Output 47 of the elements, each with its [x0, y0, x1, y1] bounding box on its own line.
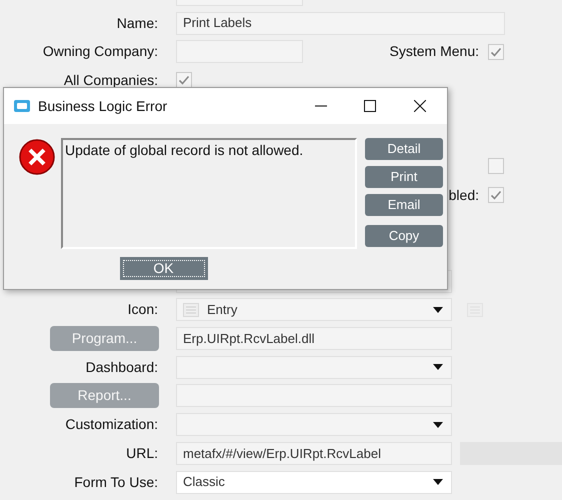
dialog-button[interactable]: Copy [365, 225, 443, 247]
field-label: All Companies: [64, 70, 158, 90]
field-value: Erp.UIRpt.RcvLabel.dll [183, 330, 316, 348]
minimize-icon[interactable] [315, 105, 327, 107]
input-field[interactable]: Print Labels [176, 12, 505, 35]
ok-button[interactable]: OK [120, 257, 208, 280]
field-label: Name: [116, 14, 158, 33]
caret-icon [433, 422, 443, 428]
field-label: System Menu: [390, 42, 479, 62]
caret-icon [433, 306, 443, 313]
program-button[interactable]: Report... [50, 383, 159, 408]
dropdown-field[interactable]: Entry [176, 298, 452, 322]
caret-icon [433, 479, 443, 486]
field-label: Icon: [128, 300, 158, 320]
check-icon [490, 46, 502, 58]
field-value: Print Labels [183, 14, 253, 32]
field-label: bled: [448, 186, 479, 205]
dialog-button[interactable]: Detail [365, 138, 443, 160]
maximize-icon[interactable] [364, 100, 376, 112]
program-button[interactable]: Program... [50, 326, 159, 352]
field-value: metafx/#/view/Erp.UIRpt.RcvLabel [183, 444, 382, 463]
input-field[interactable]: Erp.UIRpt.RcvLabel.dll [176, 327, 452, 350]
dropdown-field[interactable] [176, 356, 452, 379]
checkbox[interactable] [488, 158, 504, 174]
field-value: Entry [207, 301, 238, 320]
field-label: URL: [126, 444, 158, 463]
close-icon[interactable] [414, 100, 426, 112]
checkbox[interactable] [176, 72, 192, 88]
input-field[interactable]: metafx/#/view/Erp.UIRpt.RcvLabel [176, 442, 452, 465]
field-label: Customization: [65, 415, 158, 434]
checkbox[interactable] [488, 44, 504, 60]
field-label: Owning Company: [42, 42, 158, 62]
window-title: Business Logic Error [38, 96, 168, 116]
message-box: Update of global record is not allowed. [61, 138, 357, 249]
field-label: Dashboard: [86, 358, 158, 377]
field-value: Classic [183, 473, 226, 492]
dropdown-field[interactable]: Classic [176, 470, 452, 494]
field-label: Form To Use: [74, 472, 158, 492]
app-icon [14, 100, 30, 112]
dialog-button[interactable]: Email [365, 194, 443, 216]
check-icon [178, 74, 190, 86]
dropdown-field[interactable] [176, 413, 452, 436]
caret-icon [433, 364, 443, 370]
dialog-button[interactable]: Print [365, 166, 443, 188]
check-icon [490, 189, 502, 202]
checkbox[interactable] [488, 187, 504, 204]
error-icon [18, 138, 56, 176]
